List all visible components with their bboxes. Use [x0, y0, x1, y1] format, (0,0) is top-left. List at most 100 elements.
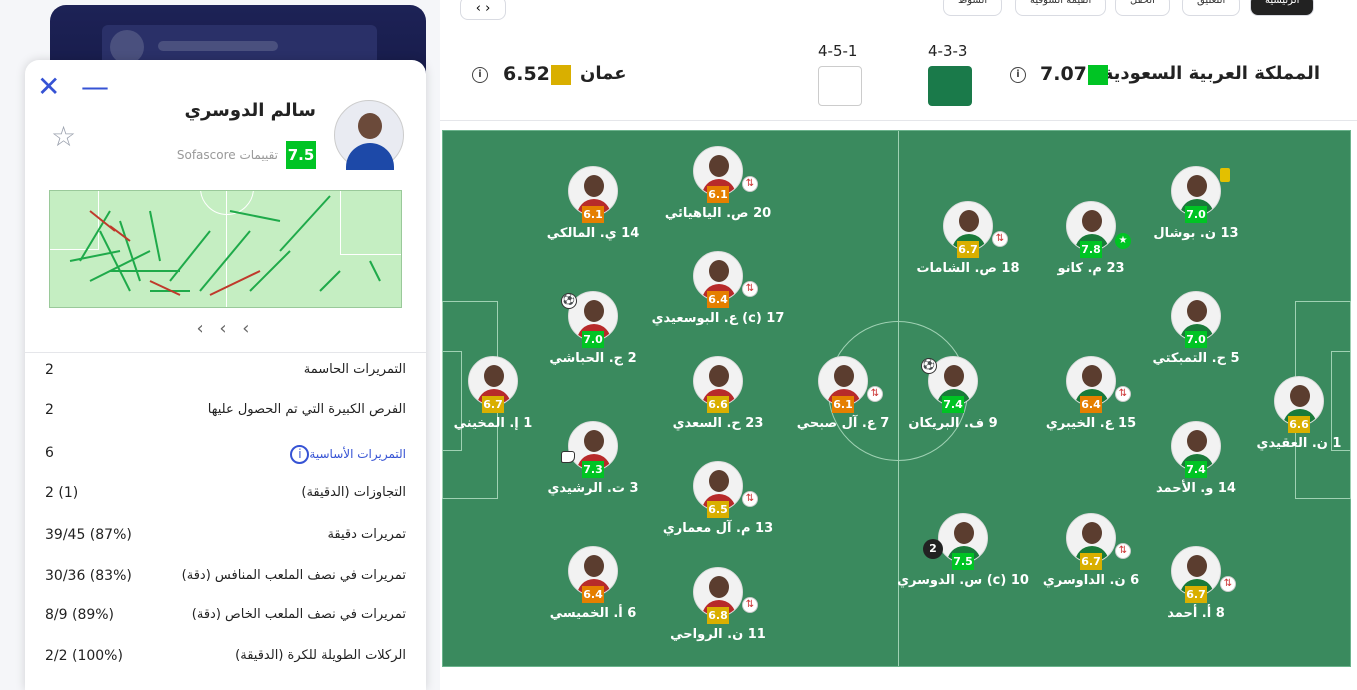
home-rating-square	[1088, 65, 1108, 85]
player-rating: 6.4	[707, 291, 729, 308]
assist-count-icon: 2	[923, 539, 943, 559]
stat-row: التمريرات الأساسيةi 6	[25, 435, 426, 475]
player-rating: 7.0	[1185, 206, 1207, 223]
star-icon: ★	[1115, 233, 1131, 249]
stat-value: 2/2 (100%)	[45, 648, 123, 664]
home-team-name: المملكة العربية السعودية	[1102, 63, 1320, 84]
player-rating: 6.7	[1080, 553, 1102, 570]
player-rating: 6.6	[707, 396, 729, 413]
stat-label: الفرص الكبيرة التي تم الحصول عليها	[207, 402, 406, 417]
stat-label: التجاوزات (الدقيقة)	[301, 485, 406, 500]
player-rating: 7.0	[1185, 331, 1207, 348]
home-team-rating: 7.07	[1040, 63, 1087, 85]
player-away[interactable]: 6.5 13 م. آل معماري ⇅	[638, 461, 798, 541]
player-rating: 6.1	[582, 206, 604, 223]
player-name: 11 ن. الرواحي	[670, 627, 766, 642]
player-home[interactable]: 7.5 10 (c) س. الدوسري 2	[883, 513, 1043, 593]
home-jersey-icon	[928, 66, 972, 106]
stat-row: تمريرات في نصف الملعب المنافس (دقة) 30/36…	[25, 558, 426, 598]
away-jersey-icon	[818, 66, 862, 106]
stat-value: 30/36 (83%)	[45, 568, 132, 584]
player-rating: 7.4	[1185, 461, 1207, 478]
lineup-pitch: 7.0 13 ن. بوشال 7.8 23 م. كانو ★ 6.7 18 ص. الش…	[442, 130, 1351, 667]
player-rating: 6.4	[582, 586, 604, 603]
player-name: 18 ص. الشامات	[916, 261, 1020, 276]
substitution-icon: ⇅	[867, 386, 883, 402]
player-name: 8 أ. أحمد	[1167, 606, 1225, 621]
home-info-icon[interactable]: i	[1010, 67, 1026, 83]
stat-label[interactable]: التمريرات الأساسيةi	[284, 445, 406, 464]
stat-label: الركلات الطويلة للكرة (الدقيقة)	[235, 648, 406, 663]
stat-label: تمريرات دقيقة	[327, 527, 406, 542]
stat-value: 2 (1)	[45, 485, 79, 501]
player-rating: 7.8	[1080, 241, 1102, 258]
away-team-rating: 6.52	[503, 63, 550, 85]
player-rating: 6.6	[1288, 416, 1310, 433]
player-name: 13 م. آل معماري	[662, 521, 774, 536]
away-team-name: عمان	[580, 63, 627, 84]
player-avatar	[334, 100, 404, 170]
tab-market[interactable]: القيمة السوقية	[1015, 0, 1107, 16]
rating-source: تقييمات Sofascore	[176, 148, 278, 162]
substitution-icon: ⇅	[742, 281, 758, 297]
stat-value: 8/9 (89%)	[45, 607, 115, 623]
goal-icon: ⚽	[561, 293, 577, 309]
stat-value: 2	[45, 402, 54, 418]
placeholder-avatar	[110, 30, 144, 64]
player-rating: 6.7	[482, 396, 504, 413]
player-name: 7 ع. آل صبحي	[796, 416, 890, 431]
boot-icon	[561, 451, 575, 463]
player-rating: 6.8	[707, 607, 729, 624]
stat-label: تمريرات في نصف الملعب الخاص (دقة)	[191, 607, 406, 622]
player-rating: 6.1	[707, 186, 729, 203]
stat-value: 39/45 (87%)	[45, 527, 132, 543]
player-name: 14 ي. المالكي	[546, 226, 640, 241]
player-home[interactable]: 6.7 18 ص. الشامات ⇅	[888, 201, 1048, 281]
player-name: 10 (c) س. الدوسري	[897, 573, 1029, 588]
goal-icon: ⚽	[921, 358, 937, 374]
home-formation: 4-3-3	[928, 42, 968, 60]
player-home[interactable]: 7.4 14 و. الأحمد	[1116, 421, 1276, 501]
player-rating: 6.7	[957, 241, 979, 258]
tab-field[interactable]: الحقل	[1115, 0, 1170, 16]
minimize-icon[interactable]: —	[81, 70, 109, 103]
placeholder-line	[158, 41, 278, 51]
player-away[interactable]: 6.1 14 ي. المالكي	[513, 166, 673, 246]
substitution-icon: ⇅	[742, 176, 758, 192]
tab-main[interactable]: الرئيسية	[1250, 0, 1315, 16]
player-away[interactable]: 6.8 11 ن. الرواحي ⇅	[638, 567, 798, 647]
player-rating: 7.5	[952, 553, 974, 570]
stat-value: 2	[45, 362, 54, 378]
away-formation: 4-5-1	[818, 42, 858, 60]
close-icon[interactable]: ✕	[37, 70, 60, 103]
substitution-icon: ⇅	[742, 597, 758, 613]
player-rating: 7.4	[942, 396, 964, 413]
nav-arrows[interactable]: ‹ ›	[460, 0, 506, 20]
substitution-icon: ⇅	[1220, 576, 1236, 592]
stat-row: تمريرات دقيقة 39/45 (87%)	[25, 517, 426, 557]
stat-value: 6	[45, 445, 54, 461]
pass-map	[49, 190, 402, 308]
yellow-card-icon	[1220, 168, 1230, 182]
player-rating: 7.3	[582, 461, 604, 478]
away-rating-square	[551, 65, 571, 85]
substitution-icon: ⇅	[1115, 543, 1131, 559]
player-rating-badge: 7.5	[286, 141, 316, 169]
stat-row: الركلات الطويلة للكرة (الدقيقة) 2/2 (100%…	[25, 638, 426, 678]
player-rating: 6.4	[1080, 396, 1102, 413]
away-info-icon[interactable]: i	[472, 67, 488, 83]
player-name: سالم الدوسري	[184, 100, 316, 121]
tab-half[interactable]: الشوط	[943, 0, 1003, 16]
player-away[interactable]: 6.1 7 ع. آل صبحي ⇅	[763, 356, 923, 436]
pager-arrows[interactable]: ‹ ‹ ‹	[25, 318, 426, 339]
info-icon[interactable]: i	[290, 445, 310, 464]
stat-label: تمريرات في نصف الملعب المنافس (دقة)	[181, 568, 406, 583]
substitution-icon: ⇅	[1115, 386, 1131, 402]
stat-row: التمريرات الحاسمة 2	[25, 352, 426, 392]
player-rating: 6.7	[1185, 586, 1207, 603]
player-rating: 7.0	[582, 331, 604, 348]
tab-commentary[interactable]: التعليق	[1182, 0, 1241, 16]
star-icon[interactable]: ☆	[51, 120, 76, 153]
substitution-icon: ⇅	[992, 231, 1008, 247]
stat-label: التمريرات الحاسمة	[303, 362, 406, 377]
